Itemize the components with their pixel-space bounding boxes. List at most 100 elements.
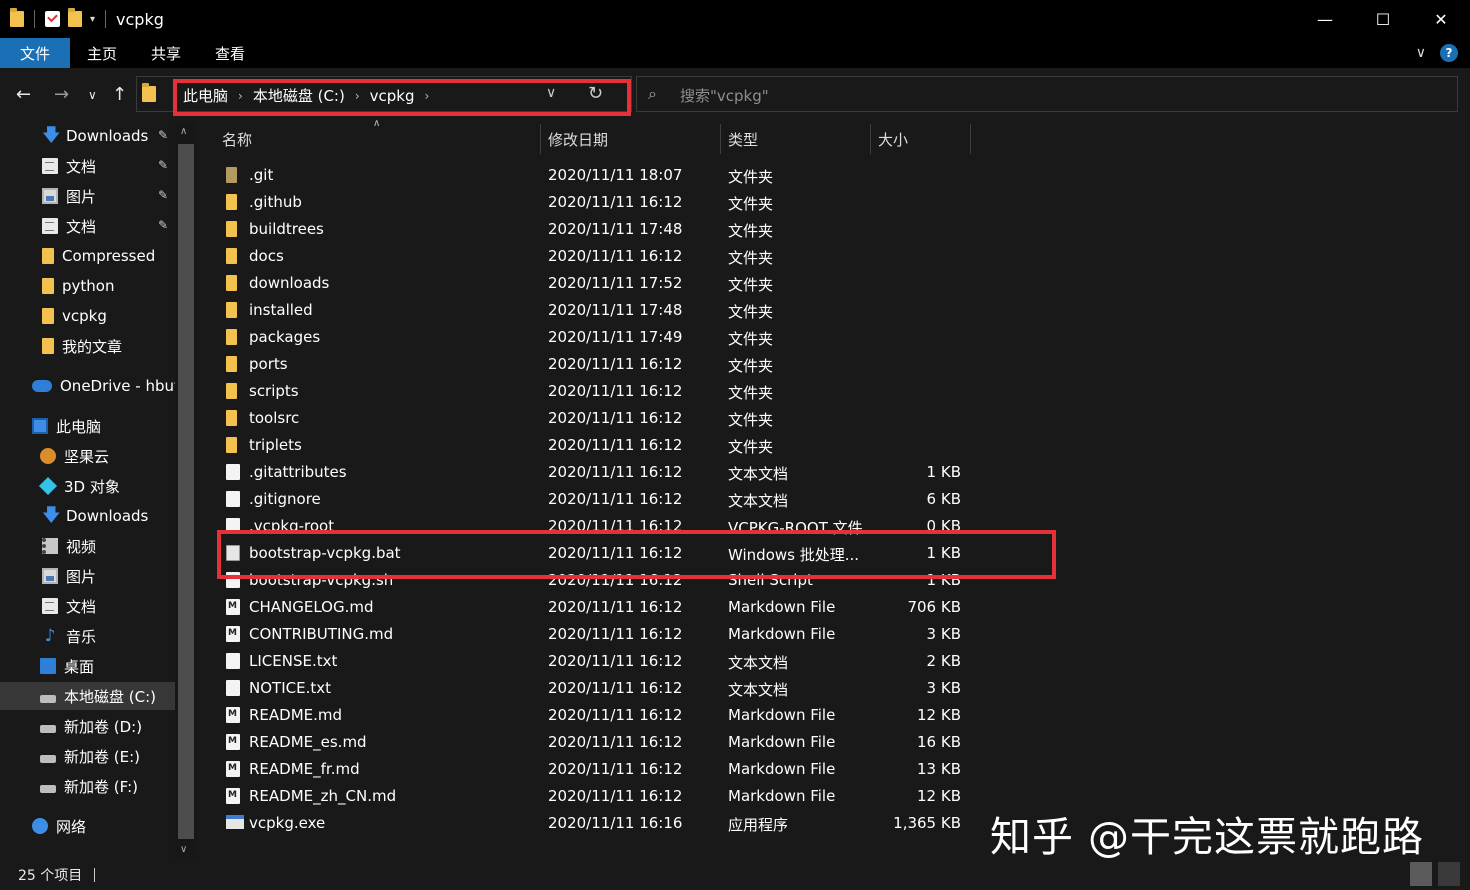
details-view-icon[interactable] bbox=[1410, 862, 1432, 886]
file-row[interactable]: .github 2020/11/11 16:12 文件夹 bbox=[217, 189, 977, 216]
scrollbar-thumb[interactable] bbox=[178, 144, 194, 839]
download-icon: 🡇 bbox=[42, 505, 61, 526]
scroll-up-icon[interactable]: ∧ bbox=[180, 126, 187, 137]
file-row[interactable]: NOTICE.txt 2020/11/11 16:12 文本文档 3 KB bbox=[217, 675, 977, 702]
file-type: 文件夹 bbox=[728, 330, 774, 348]
file-row[interactable]: installed 2020/11/11 17:48 文件夹 bbox=[217, 297, 977, 324]
sidebar-item[interactable]: 文档 bbox=[0, 152, 175, 180]
sidebar-item[interactable]: vcpkg bbox=[0, 302, 175, 330]
column-header-size[interactable]: 大小 bbox=[878, 124, 908, 154]
sidebar-item[interactable]: Compressed bbox=[0, 242, 175, 270]
file-date: 2020/11/11 16:16 bbox=[548, 814, 683, 832]
file-row[interactable]: buildtrees 2020/11/11 17:48 文件夹 bbox=[217, 216, 977, 243]
column-divider[interactable] bbox=[720, 124, 721, 154]
tab-home[interactable]: 主页 bbox=[70, 38, 134, 68]
sidebar-item[interactable]: ♪ 音乐 bbox=[0, 622, 175, 650]
large-icons-view-icon[interactable] bbox=[1438, 862, 1460, 886]
sidebar-item[interactable]: 视频 bbox=[0, 532, 175, 560]
sidebar-item[interactable]: OneDrive - hbut. bbox=[0, 372, 175, 400]
sidebar-item[interactable]: 我的文章 bbox=[0, 332, 175, 360]
sidebar-item[interactable]: 新加卷 (F:) bbox=[0, 772, 175, 800]
column-divider[interactable] bbox=[970, 124, 971, 154]
sidebar-item[interactable]: 文档 bbox=[0, 212, 175, 240]
pictures-icon bbox=[42, 188, 58, 204]
file-row[interactable]: README_fr.md 2020/11/11 16:12 Markdown Fil… bbox=[217, 756, 977, 783]
sidebar-item[interactable]: 本地磁盘 (C:) bbox=[0, 682, 175, 710]
sidebar-item[interactable]: 此电脑 bbox=[0, 412, 175, 440]
file-row[interactable]: .gitignore 2020/11/11 16:12 文本文档 6 KB bbox=[217, 486, 977, 513]
maximize-button[interactable]: ☐ bbox=[1354, 0, 1412, 38]
text-file-icon bbox=[226, 464, 240, 480]
file-date: 2020/11/11 17:48 bbox=[548, 301, 683, 319]
sidebar-item[interactable]: python bbox=[0, 272, 175, 300]
file-row[interactable]: downloads 2020/11/11 17:52 文件夹 bbox=[217, 270, 977, 297]
tab-share[interactable]: 共享 bbox=[134, 38, 198, 68]
file-type: 文件夹 bbox=[728, 357, 774, 375]
file-date: 2020/11/11 16:12 bbox=[548, 193, 683, 211]
file-type: Markdown File bbox=[728, 706, 836, 724]
file-row[interactable]: toolsrc 2020/11/11 16:12 文件夹 bbox=[217, 405, 977, 432]
drive-icon bbox=[40, 755, 56, 763]
up-button[interactable]: ↑ bbox=[112, 84, 127, 105]
column-divider[interactable] bbox=[540, 124, 541, 154]
file-row[interactable]: README_zh_CN.md 2020/11/11 16:12 Markdown … bbox=[217, 783, 977, 810]
file-row[interactable]: README.md 2020/11/11 16:12 Markdown File 12… bbox=[217, 702, 977, 729]
folder-icon bbox=[226, 167, 237, 183]
file-date: 2020/11/11 17:48 bbox=[548, 220, 683, 238]
forward-button[interactable]: → bbox=[54, 84, 69, 105]
file-row[interactable]: README_es.md 2020/11/11 16:12 Markdown Fil… bbox=[217, 729, 977, 756]
file-row[interactable]: triplets 2020/11/11 16:12 文件夹 bbox=[217, 432, 977, 459]
folder-icon bbox=[226, 356, 237, 372]
help-icon[interactable]: ? bbox=[1440, 44, 1458, 62]
markdown-file-icon bbox=[226, 761, 240, 777]
properties-icon[interactable] bbox=[45, 11, 60, 27]
column-header-name[interactable]: 名称 bbox=[222, 124, 252, 154]
sidebar-item[interactable]: 文档 bbox=[0, 592, 175, 620]
sidebar-item[interactable]: 网络 bbox=[0, 812, 175, 840]
sidebar-item[interactable]: 图片 bbox=[0, 182, 175, 210]
tab-file[interactable]: 文件 bbox=[0, 38, 70, 68]
sidebar-item-label: 此电脑 bbox=[56, 417, 102, 436]
file-row[interactable]: vcpkg.exe 2020/11/11 16:16 应用程序 1,365 KB bbox=[217, 810, 977, 837]
file-date: 2020/11/11 16:12 bbox=[548, 625, 683, 643]
ribbon-controls: ∨ ? bbox=[1416, 38, 1458, 68]
sidebar-item[interactable]: 新加卷 (E:) bbox=[0, 742, 175, 770]
sidebar-item[interactable]: 坚果云 bbox=[0, 442, 175, 470]
file-row[interactable]: .gitattributes 2020/11/11 16:12 文本文档 1 KB bbox=[217, 459, 977, 486]
sidebar-item[interactable]: 新加卷 (D:) bbox=[0, 712, 175, 740]
tab-view[interactable]: 查看 bbox=[198, 38, 262, 68]
column-divider[interactable] bbox=[870, 124, 871, 154]
customize-toolbar-icon[interactable]: ▾ bbox=[90, 14, 95, 25]
back-button[interactable]: ← bbox=[16, 84, 31, 105]
file-date: 2020/11/11 16:12 bbox=[548, 733, 683, 751]
file-row[interactable]: CONTRIBUTING.md 2020/11/11 16:12 Markdown … bbox=[217, 621, 977, 648]
close-button[interactable]: ✕ bbox=[1412, 0, 1470, 38]
sidebar-item[interactable]: 桌面 bbox=[0, 652, 175, 680]
navigation-pane-scrollbar[interactable]: ∧ ∨ bbox=[175, 122, 197, 860]
window-controls: — ☐ ✕ bbox=[1296, 0, 1470, 38]
scroll-down-icon[interactable]: ∨ bbox=[180, 844, 187, 855]
column-header-type[interactable]: 类型 bbox=[728, 124, 758, 154]
sidebar-item[interactable]: 图片 bbox=[0, 562, 175, 590]
file-row[interactable]: scripts 2020/11/11 16:12 文件夹 bbox=[217, 378, 977, 405]
expand-ribbon-icon[interactable]: ∨ bbox=[1416, 45, 1426, 61]
file-date: 2020/11/11 16:12 bbox=[548, 247, 683, 265]
new-folder-icon[interactable] bbox=[68, 8, 82, 27]
file-date: 2020/11/11 16:12 bbox=[548, 382, 683, 400]
file-row[interactable]: CHANGELOG.md 2020/11/11 16:12 Markdown Fil… bbox=[217, 594, 977, 621]
minimize-button[interactable]: — bbox=[1296, 0, 1354, 38]
sidebar-item-label: python bbox=[62, 277, 115, 295]
sidebar-item[interactable]: 🡇 Downloads bbox=[0, 502, 175, 530]
file-row[interactable]: .git 2020/11/11 18:07 文件夹 bbox=[217, 162, 977, 189]
file-row[interactable]: docs 2020/11/11 16:12 文件夹 bbox=[217, 243, 977, 270]
column-header-date[interactable]: 修改日期 bbox=[548, 124, 608, 154]
recent-locations-button[interactable]: ∨ bbox=[88, 88, 97, 102]
sidebar-item[interactable]: 🡇 Downloads bbox=[0, 122, 175, 150]
file-row[interactable]: ports 2020/11/11 16:12 文件夹 bbox=[217, 351, 977, 378]
sidebar-item[interactable]: 3D 对象 bbox=[0, 472, 175, 500]
file-row[interactable]: packages 2020/11/11 17:49 文件夹 bbox=[217, 324, 977, 351]
file-row[interactable]: LICENSE.txt 2020/11/11 16:12 文本文档 2 KB bbox=[217, 648, 977, 675]
sidebar-item-label: 视频 bbox=[66, 537, 97, 556]
application-icon bbox=[226, 815, 244, 829]
pin-icon: ✎ bbox=[158, 128, 169, 142]
